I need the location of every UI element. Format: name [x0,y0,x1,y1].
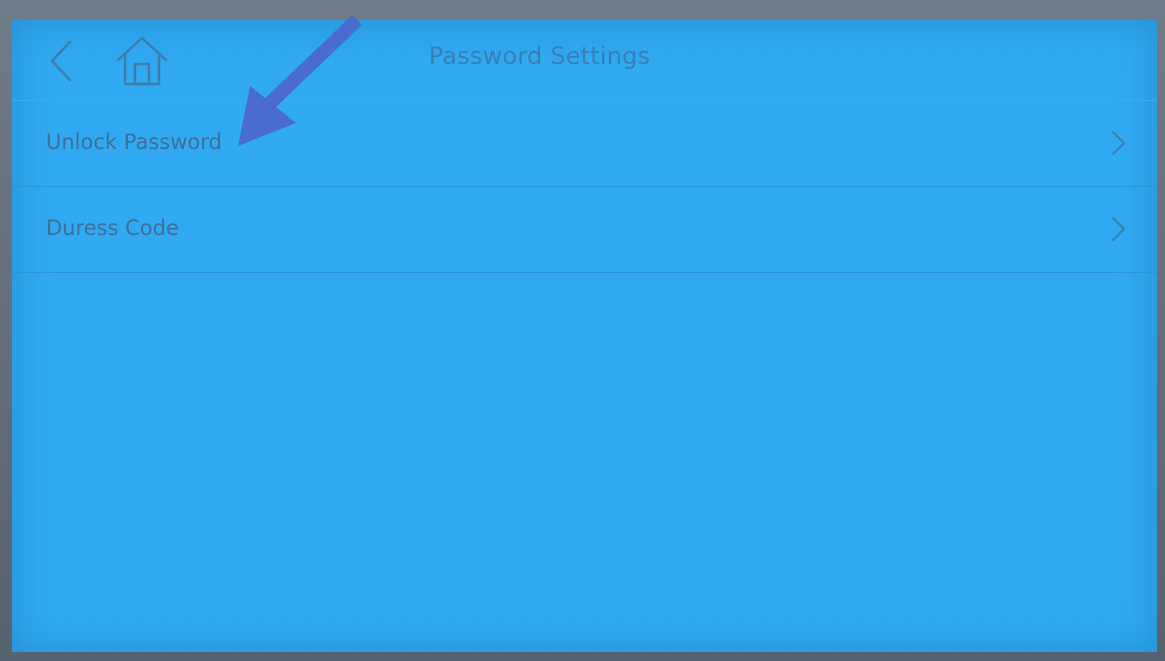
menu-item-label: Duress Code [46,216,179,240]
top-bar: Password Settings [12,20,1157,96]
settings-menu: Unlock Password Duress Code [12,100,1157,273]
menu-item-unlock-password[interactable]: Unlock Password [12,100,1157,187]
menu-item-label: Unlock Password [46,130,222,154]
chevron-right-icon [1112,131,1125,155]
menu-item-duress-code[interactable]: Duress Code [12,187,1157,273]
chevron-right-icon [1112,217,1125,241]
page-title: Password Settings [428,42,651,70]
touch-screen: Password Settings Unlock Password Duress… [12,20,1157,652]
